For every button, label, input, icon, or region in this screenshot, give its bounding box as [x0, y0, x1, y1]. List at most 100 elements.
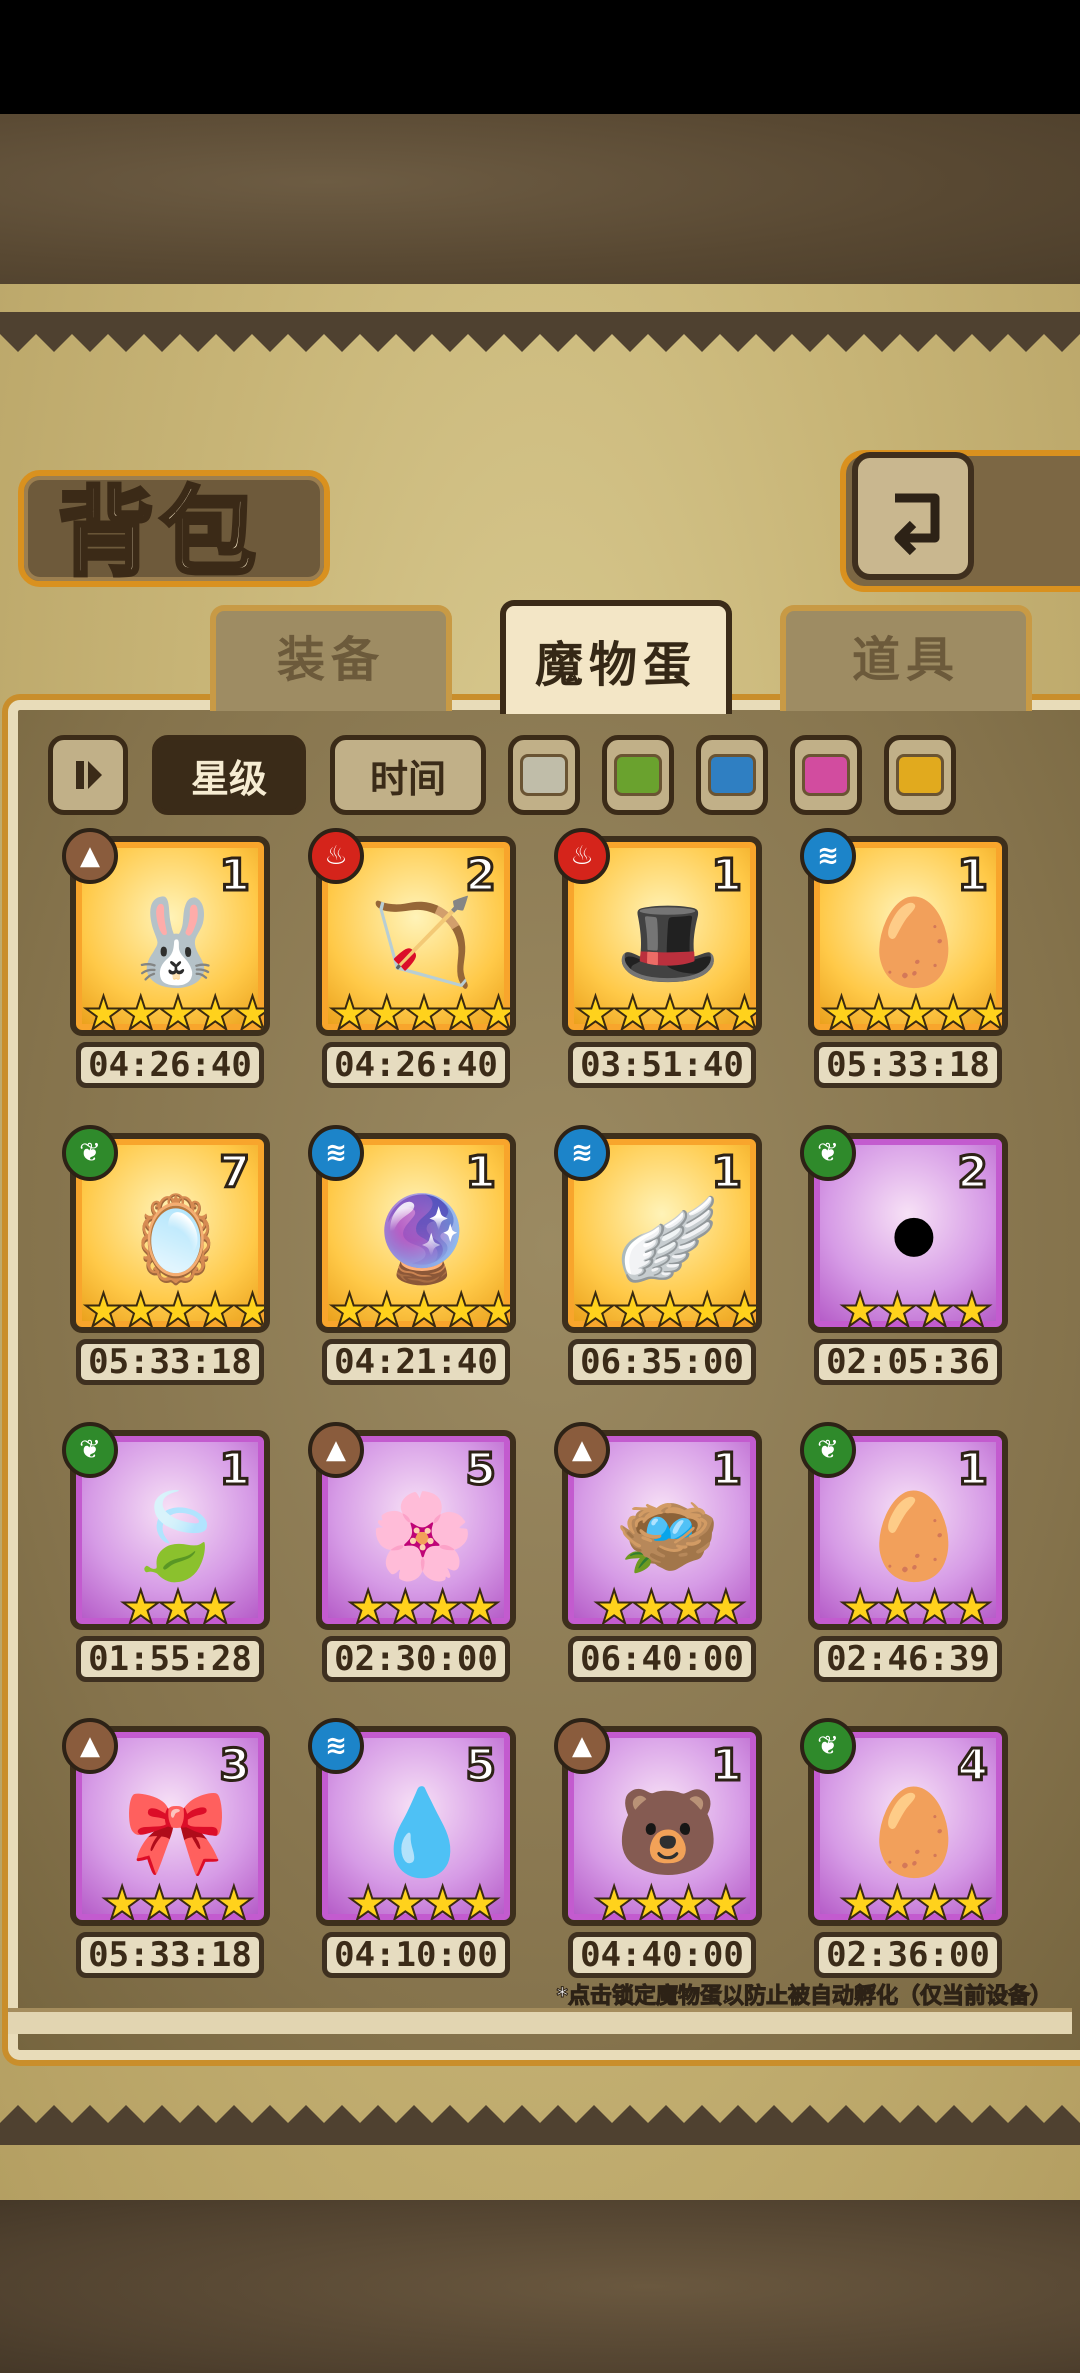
sort-by-star-button[interactable]: 星级 [152, 735, 306, 815]
zigzag-border-top [0, 312, 1080, 352]
hatch-timer: 05:33:18 [76, 1932, 264, 1978]
page-title: 背包 [56, 474, 262, 591]
filter-green[interactable] [602, 735, 674, 815]
egg-count: 1 [464, 1146, 498, 1200]
water-element-icon: ≋ [308, 1125, 364, 1181]
star-rating: ★★★★ [839, 1580, 994, 1630]
hatch-timer: 02:46:39 [814, 1636, 1002, 1682]
egg-art-icon: 🌸 [369, 1486, 475, 1585]
star-rating: ★★★★ [839, 1283, 994, 1333]
egg-art-icon: 🐻 [615, 1782, 721, 1881]
back-button[interactable] [852, 452, 974, 580]
water-element-icon: ≋ [308, 1718, 364, 1774]
wood-element-icon: ❦ [800, 1718, 856, 1774]
map-background-bottom [0, 2200, 1080, 2373]
filter-gray[interactable] [508, 735, 580, 815]
map-background-top [0, 114, 1080, 284]
egg-art-icon: 🏹 [369, 892, 475, 991]
hatch-timer: 05:33:18 [814, 1042, 1002, 1088]
sort-toggle-icon [76, 761, 102, 789]
hatch-timer: 06:40:00 [568, 1636, 756, 1682]
egg-art-icon: 🥚 [861, 1782, 967, 1881]
filter-blue[interactable] [696, 735, 768, 815]
tab-equipment[interactable]: 装备 [210, 610, 452, 700]
tab-items[interactable]: 道具 [780, 610, 1032, 700]
egg-count: 2 [464, 849, 498, 903]
water-element-icon: ≋ [554, 1125, 610, 1181]
status-bar [0, 0, 1080, 114]
hatch-timer: 05:33:18 [76, 1339, 264, 1385]
egg-art-icon: 💧 [369, 1782, 475, 1881]
hatch-timer: 04:10:00 [322, 1932, 510, 1978]
hatch-timer: 04:40:00 [568, 1932, 756, 1978]
egg-art-icon: 🎩 [615, 892, 721, 991]
wood-element-icon: ❦ [62, 1422, 118, 1478]
star-rating: ★★★★★ [328, 986, 516, 1036]
egg-count: 5 [464, 1739, 498, 1793]
star-rating: ★★★★ [101, 1876, 256, 1926]
egg-count: 1 [710, 1146, 744, 1200]
filter-purple[interactable] [790, 735, 862, 815]
star-rating: ★★★★★ [82, 1283, 270, 1333]
tab-monster-eggs[interactable]: 魔物蛋 [500, 615, 732, 705]
egg-art-icon: ⚫ [878, 1190, 950, 1288]
egg-art-icon: 🔮 [369, 1189, 475, 1288]
star-rating: ★★★★ [593, 1876, 748, 1926]
sort-by-time-button[interactable]: 时间 [330, 735, 486, 815]
hatch-timer: 04:21:40 [322, 1339, 510, 1385]
star-rating: ★★★★★ [82, 986, 270, 1036]
wood-element-icon: ❦ [62, 1125, 118, 1181]
egg-count: 1 [956, 1443, 990, 1497]
egg-art-icon: 🪺 [615, 1486, 721, 1585]
egg-art-icon: 🪞 [123, 1189, 229, 1288]
lock-hint-footnote: *点击锁定魔物蛋以防止被自动孵化（仅当前设备） [556, 1984, 1053, 2010]
earth-element-icon: ▲ [62, 1718, 118, 1774]
star-rating: ★★★★★ [328, 1283, 516, 1333]
earth-element-icon: ▲ [554, 1422, 610, 1478]
hatch-timer: 03:51:40 [568, 1042, 756, 1088]
star-rating: ★★★★★ [574, 986, 762, 1036]
zigzag-border-bottom [0, 2105, 1080, 2145]
fire-element-icon: ♨ [554, 828, 610, 884]
star-rating: ★★★★ [839, 1876, 994, 1926]
egg-count: 2 [956, 1146, 990, 1200]
hatch-timer: 02:36:00 [814, 1932, 1002, 1978]
wood-element-icon: ❦ [800, 1422, 856, 1478]
earth-element-icon: ▲ [62, 828, 118, 884]
hatch-timer: 04:26:40 [76, 1042, 264, 1088]
egg-count: 1 [710, 849, 744, 903]
star-rating: ★★★★★ [820, 986, 1008, 1036]
egg-art-icon: 🍃 [123, 1486, 229, 1585]
star-rating: ★★★★ [347, 1580, 502, 1630]
star-rating: ★★★★ [347, 1876, 502, 1926]
hatch-timer: 04:26:40 [322, 1042, 510, 1088]
egg-count: 1 [218, 849, 252, 903]
egg-count: 1 [218, 1443, 252, 1497]
egg-count: 1 [956, 849, 990, 903]
hatch-timer: 01:55:28 [76, 1636, 264, 1682]
hatch-timer: 02:30:00 [322, 1636, 510, 1682]
star-rating: ★★★ [119, 1580, 237, 1630]
fire-element-icon: ♨ [308, 828, 364, 884]
star-rating: ★★★★ [593, 1580, 748, 1630]
egg-art-icon: 🥚 [861, 1486, 967, 1585]
hatch-timer: 02:05:36 [814, 1339, 1002, 1385]
egg-art-icon: 🥚 [861, 892, 967, 991]
egg-count: 3 [218, 1739, 252, 1793]
egg-count: 7 [218, 1146, 252, 1200]
sort-order-toggle[interactable] [48, 735, 128, 815]
earth-element-icon: ▲ [554, 1718, 610, 1774]
water-element-icon: ≋ [800, 828, 856, 884]
panel-bottom-rail [8, 2008, 1072, 2034]
hatch-timer: 06:35:00 [568, 1339, 756, 1385]
egg-art-icon: 🪽 [615, 1189, 721, 1288]
earth-element-icon: ▲ [308, 1422, 364, 1478]
egg-count: 1 [710, 1739, 744, 1793]
egg-art-icon: 🎀 [123, 1782, 229, 1881]
star-rating: ★★★★★ [574, 1283, 762, 1333]
return-arrow-icon [894, 493, 940, 556]
egg-count: 5 [464, 1443, 498, 1497]
egg-count: 1 [710, 1443, 744, 1497]
filter-gold[interactable] [884, 735, 956, 815]
egg-count: 4 [956, 1739, 990, 1793]
